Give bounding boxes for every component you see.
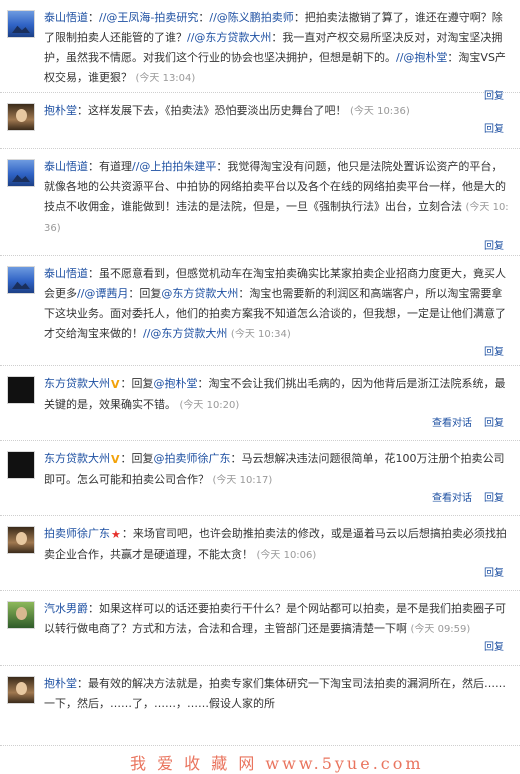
comment-item: 拍卖师徐广东★：来场官司吧，也许会助推拍卖法的修改，或是逼着马云以后想搞拍卖必须… <box>0 516 520 591</box>
reply-link[interactable]: 回复 <box>484 124 504 135</box>
reply-link[interactable]: 回复 <box>484 493 504 504</box>
timestamp: (今天 10:36) <box>350 106 410 117</box>
comment-item: 泰山悟道：有道理//@上拍拍朱建平：我觉得淘宝没有问题，他只是法院处置诉讼资产的… <box>0 149 520 256</box>
mention-link[interactable]: //@抱朴堂 <box>396 51 447 64</box>
comment-text: 汽水男爵：如果这样可以的话还要拍卖行干什么？是个网站都可以拍卖，是不是我们拍卖圈… <box>44 599 512 640</box>
mention-link[interactable]: @拍卖师徐广东 <box>154 452 231 465</box>
mountain-sky-avatar[interactable] <box>7 266 35 294</box>
comment-text: 东方贷款大州V：回复@抱朴堂：淘宝不会让我们挑出毛病的，因为他背后是浙江法院系统… <box>44 374 512 416</box>
timestamp: (今天 10:06) <box>256 550 317 561</box>
timestamp: (今天 09:59) <box>410 624 471 635</box>
comment-actions: 回复 <box>0 122 504 138</box>
comment-actions: 回复 <box>0 566 504 582</box>
mention-link[interactable]: @抱朴堂 <box>154 377 198 390</box>
reply-link[interactable]: 回复 <box>484 347 504 358</box>
mention-link[interactable]: //@东方贷款大州 <box>143 327 227 340</box>
mention-link[interactable]: @东方贷款大州 <box>161 287 238 300</box>
comment-item: 泰山悟道：虽不愿意看到，但感觉机动车在淘宝拍卖确实比某家拍卖企业招商力度更大，竟… <box>0 256 520 366</box>
author-link[interactable]: 泰山悟道 <box>44 160 88 173</box>
comment-text: 东方贷款大州V：回复@拍卖师徐广东：马云想解决违法问题很简单，花100万注册个拍… <box>44 449 512 491</box>
comment-item: 抱朴堂：这样发展下去，《拍卖法》恐怕要淡出历史舞台了吧！ (今天 10:36) 回… <box>0 93 520 149</box>
timestamp: (今天 10:20) <box>179 400 240 411</box>
reply-link[interactable]: 回复 <box>484 568 504 579</box>
author-link[interactable]: 东方贷款大州 <box>44 452 110 465</box>
comment-text: 抱朴堂：这样发展下去，《拍卖法》恐怕要淡出历史舞台了吧！ (今天 10:36) <box>44 101 512 122</box>
mention-link[interactable]: //@王凤海-拍卖研究 <box>99 11 198 24</box>
comment-item: 泰山悟道：//@王凤海-拍卖研究：//@陈义鹏拍卖师：把拍卖法撤销了算了，谁还在… <box>0 0 520 102</box>
author-link[interactable]: 抱朴堂 <box>44 104 77 117</box>
mention-link[interactable]: //@谭茜月 <box>77 287 128 300</box>
mention-link[interactable]: //@陈义鹏拍卖师 <box>209 11 293 24</box>
comment-body-text: ：回复 <box>120 377 154 390</box>
comment-text: 泰山悟道：//@王凤海-拍卖研究：//@陈义鹏拍卖师：把拍卖法撤销了算了，谁还在… <box>44 8 512 89</box>
reply-link[interactable]: 回复 <box>484 418 504 429</box>
comment-body-text: ： <box>88 11 99 24</box>
star-badge-icon: ★ <box>111 528 121 541</box>
author-link[interactable]: 东方贷款大州 <box>44 377 110 390</box>
author-link[interactable]: 汽水男爵 <box>44 602 88 615</box>
person-avatar[interactable] <box>7 526 35 554</box>
comment-body-text: ：有道理 <box>88 160 132 173</box>
comment-actions: 查看对话 回复 <box>0 416 504 432</box>
verified-v-icon: V <box>111 453 120 466</box>
comment-actions: 回复 <box>0 640 504 656</box>
comment-text: 抱朴堂：最有效的解决方法就是，拍卖专家们集体研究一下淘宝司法拍卖的漏洞所在，然后… <box>44 674 512 714</box>
comment-body-text: ：回复 <box>120 452 154 465</box>
timestamp: (今天 10:34) <box>230 329 291 340</box>
comment-text: 泰山悟道：虽不愿意看到，但感觉机动车在淘宝拍卖确实比某家拍卖企业招商力度更大，竟… <box>44 264 512 345</box>
author-link[interactable]: 泰山悟道 <box>44 11 88 24</box>
mention-link[interactable]: //@上拍拍朱建平 <box>132 160 216 173</box>
dark-avatar[interactable] <box>7 376 35 404</box>
comment-actions: 查看对话 回复 <box>0 491 504 507</box>
mention-link[interactable]: //@东方贷款大州 <box>187 31 271 44</box>
comment-item: 抱朴堂：最有效的解决方法就是，拍卖专家们集体研究一下淘宝司法拍卖的漏洞所在，然后… <box>0 666 520 746</box>
comment-text: 泰山悟道：有道理//@上拍拍朱建平：我觉得淘宝没有问题，他只是法院处置诉讼资产的… <box>44 157 512 239</box>
timestamp: (今天 13:04) <box>135 73 196 84</box>
comment-actions: 回复 <box>0 239 504 255</box>
person-avatar[interactable] <box>7 103 35 131</box>
mountain-sky-avatar[interactable] <box>7 10 35 38</box>
comment-feed: 泰山悟道：//@王凤海-拍卖研究：//@陈义鹏拍卖师：把拍卖法撤销了算了，谁还在… <box>0 0 520 746</box>
timestamp: (今天 10:17) <box>212 475 273 486</box>
author-link[interactable]: 泰山悟道 <box>44 267 88 280</box>
reply-link[interactable]: 回复 <box>484 241 504 252</box>
comment-item: 汽水男爵：如果这样可以的话还要拍卖行干什么？是个网站都可以拍卖，是不是我们拍卖圈… <box>0 591 520 666</box>
comment-item: 东方贷款大州V：回复@抱朴堂：淘宝不会让我们挑出毛病的，因为他背后是浙江法院系统… <box>0 366 520 441</box>
person-avatar[interactable] <box>7 676 35 704</box>
author-link[interactable]: 拍卖师徐广东 <box>44 527 110 540</box>
verified-v-icon: V <box>111 378 120 391</box>
view-conversation-link[interactable]: 查看对话 <box>432 418 472 429</box>
comment-body-text: ： <box>198 11 210 24</box>
comment-body-text: ：这样发展下去，《拍卖法》恐怕要淡出历史舞台了吧！ <box>77 104 347 117</box>
site-watermark: 我 爱 收 藏 网 www.5yue.com <box>130 754 424 773</box>
author-link[interactable]: 抱朴堂 <box>44 677 77 690</box>
reply-link[interactable]: 回复 <box>484 642 504 653</box>
dark-avatar[interactable] <box>7 451 35 479</box>
comment-text: 拍卖师徐广东★：来场官司吧，也许会助推拍卖法的修改，或是逼着马云以后想搞拍卖必须… <box>44 524 512 566</box>
comment-body-text: ：回复 <box>128 287 162 300</box>
mountain-sky-avatar[interactable] <box>7 159 35 187</box>
comment-body-text: ：最有效的解决方法就是，拍卖专家们集体研究一下淘宝司法拍卖的漏洞所在，然后……一… <box>44 677 506 710</box>
view-conversation-link[interactable]: 查看对话 <box>432 493 472 504</box>
comment-item: 东方贷款大州V：回复@拍卖师徐广东：马云想解决违法问题很简单，花100万注册个拍… <box>0 441 520 516</box>
green-avatar[interactable] <box>7 601 35 629</box>
comment-actions: 回复 <box>0 345 504 361</box>
